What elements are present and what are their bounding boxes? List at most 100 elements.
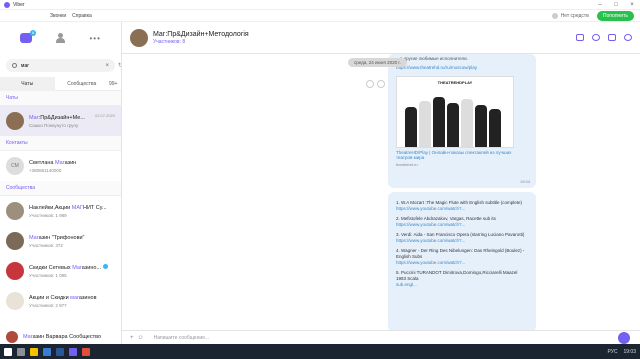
community-name: Магазин Варвара Сообщество xyxy=(23,334,102,340)
group-info[interactable]: Маг:Пр&Дизайн+Методологія Участников: 8 xyxy=(153,31,249,45)
community-name: Скидки Сетевых Магазино... xyxy=(29,264,115,271)
group-members: Участников: 8 xyxy=(153,38,186,45)
avatar xyxy=(6,232,24,250)
clock[interactable]: 19:03 xyxy=(623,349,636,355)
chat-header: Маг:Пр&Дизайн+Методологія Участников: 8 xyxy=(122,22,640,54)
balance-icon xyxy=(551,12,558,19)
verified-icon xyxy=(103,264,109,269)
contacts-icon[interactable] xyxy=(56,33,66,43)
community-row[interactable]: Акции и Скидки магазинов Участников: 2 9… xyxy=(0,286,121,316)
list-item: 4. Wagner - Der Ring Des Nibelungen: Das… xyxy=(396,248,528,266)
like-icon[interactable] xyxy=(377,80,385,88)
contact-row[interactable]: СМ Светлана Магазин +380661140000 xyxy=(0,151,121,181)
message-bubble[interactable]: 1. W.A Mozart :The Magic Flute with Engl… xyxy=(388,192,536,330)
community-text: Акции и Скидки магазинов Участников: 2 9… xyxy=(29,295,115,308)
list-item: 2. Mefistofele Abdrazakov, Vargas, Racet… xyxy=(396,216,528,228)
search-input[interactable] xyxy=(21,62,91,69)
header-actions xyxy=(576,34,632,41)
community-members: Участников: 2 977 xyxy=(29,302,67,308)
viber-taskbar-icon[interactable] xyxy=(69,347,77,356)
link-preview-title[interactable]: TheatreHD/Play | Онлайн-показы спектакле… xyxy=(388,148,536,162)
info-icon[interactable] xyxy=(624,34,632,41)
add-participant-icon[interactable] xyxy=(576,34,584,41)
community-members: Участников: 1 095 xyxy=(29,273,67,278)
community-row[interactable]: Скидки Сетевых Магазино... Участников: 1… xyxy=(0,256,121,286)
group-title: Маг:Пр&Дизайн+Методологія xyxy=(153,30,249,38)
message-text: ...и другие любимые исполнители. xyxy=(396,56,468,61)
figure xyxy=(461,99,473,147)
mic-icon[interactable] xyxy=(618,332,630,344)
message-actions xyxy=(366,80,385,88)
message-bubble[interactable]: ...и другие любимые исполнители. https:/… xyxy=(388,54,536,188)
search-taskbar-icon[interactable] xyxy=(17,347,25,356)
chat-row[interactable]: Маг:Пр&Дизайн+Ме... Сашко Понкунуто груп… xyxy=(0,106,121,136)
clear-icon[interactable]: × xyxy=(105,63,109,69)
community-text: Магазин "Трифонови" Участников: 372 xyxy=(29,235,115,248)
section-communities: Сообщества xyxy=(0,181,121,196)
call-icon[interactable] xyxy=(592,34,600,41)
search-box: × ↻ xyxy=(6,59,121,72)
message-link[interactable]: sub.engl... xyxy=(396,282,528,288)
message-link[interactable]: https://www.theatrehd.ru/ru/moscow/play xyxy=(388,63,536,72)
start-icon[interactable] xyxy=(4,347,12,356)
forward-icon[interactable] xyxy=(366,80,374,88)
tab-communities[interactable]: Сообщества xyxy=(55,77,110,91)
sidebar: 6 ••• × ↻ Чаты Сообщества 99+ Чаты Маг:П… xyxy=(0,22,122,344)
poster-title: THEATREHDPLAY xyxy=(437,80,473,85)
figure xyxy=(475,105,487,147)
menu-calls[interactable]: Звонки xyxy=(50,13,66,19)
contact-phone: +380661140000 xyxy=(29,167,62,173)
section-chats: Чаты xyxy=(0,91,121,106)
community-row-partial[interactable]: Магазин Варвара Сообщество xyxy=(0,330,122,344)
system-tray: РУС 19:03 xyxy=(607,349,636,355)
chats-icon[interactable]: 6 xyxy=(20,30,37,43)
viber-logo-icon xyxy=(4,1,10,8)
top-up-button[interactable]: Пополнить xyxy=(596,10,634,21)
message-link[interactable]: https://www.youtube.com/watch?... xyxy=(396,260,528,266)
community-row[interactable]: Наклейки,Акции МАГНИТ Су... Участников: … xyxy=(0,196,121,226)
sidebar-top-icons: 6 ••• xyxy=(0,22,121,54)
poster-figures xyxy=(405,97,501,147)
menu-help[interactable]: Справка xyxy=(72,13,92,19)
list-item: 1. W.A Mozart :The Magic Flute with Engl… xyxy=(396,200,528,212)
more-icon[interactable]: ••• xyxy=(89,34,100,43)
community-name: Магазин "Трифонови" xyxy=(29,234,85,241)
figure xyxy=(405,107,417,147)
tab-chats[interactable]: Чаты xyxy=(0,76,55,91)
chat-name: Маг:Пр&Дизайн+Ме... xyxy=(29,114,85,121)
close-icon[interactable]: × xyxy=(624,2,640,8)
window-title: Viber xyxy=(13,1,25,8)
avatar xyxy=(6,262,24,280)
community-row[interactable]: Магазин "Трифонови" Участников: 372 xyxy=(0,226,121,256)
avatar xyxy=(6,202,24,220)
figure xyxy=(447,103,459,147)
contact-text: Светлана Магазин +380661140000 xyxy=(29,160,115,173)
minimize-icon[interactable]: – xyxy=(592,2,608,8)
figure xyxy=(489,109,501,147)
message-link[interactable]: https://www.youtube.com/watch?... xyxy=(396,222,528,228)
message-link[interactable]: https://www.youtube.com/watch?... xyxy=(396,238,528,244)
app-icon[interactable] xyxy=(82,347,90,356)
chat-scrollbar[interactable] xyxy=(633,54,636,330)
sticker-icon[interactable]: ☺ xyxy=(138,335,144,341)
plus-icon[interactable]: + xyxy=(130,335,134,341)
group-avatar[interactable] xyxy=(130,28,148,47)
community-text: Скидки Сетевых Магазино... Участников: 1… xyxy=(29,264,115,278)
community-members: Участников: 1 989 xyxy=(29,212,67,218)
message-input[interactable]: Напишите сообщение... xyxy=(154,335,209,341)
avatar xyxy=(6,331,18,343)
explorer-icon[interactable] xyxy=(30,347,38,356)
balance-label: Нет средств xyxy=(560,12,589,19)
balance-status[interactable]: Нет средств xyxy=(551,12,589,19)
maximize-icon[interactable]: □ xyxy=(608,2,624,8)
link-preview-domain: theatrehd.ru xyxy=(396,162,418,167)
browser-icon[interactable] xyxy=(43,347,51,356)
unread-badge: 6 xyxy=(30,30,37,36)
chat-text: Маг:Пр&Дизайн+Ме... Сашко Понкунуто груп… xyxy=(29,115,95,128)
link-preview-image[interactable]: THEATREHDPLAY xyxy=(396,76,514,148)
language-indicator[interactable]: РУС xyxy=(607,349,617,355)
word-icon[interactable] xyxy=(56,347,64,356)
list-item: 3. Verdi: Aida - San Francisco Opera (st… xyxy=(396,232,528,244)
video-call-icon[interactable] xyxy=(608,34,616,41)
message-link[interactable]: https://www.youtube.com/watch?... xyxy=(396,206,528,212)
